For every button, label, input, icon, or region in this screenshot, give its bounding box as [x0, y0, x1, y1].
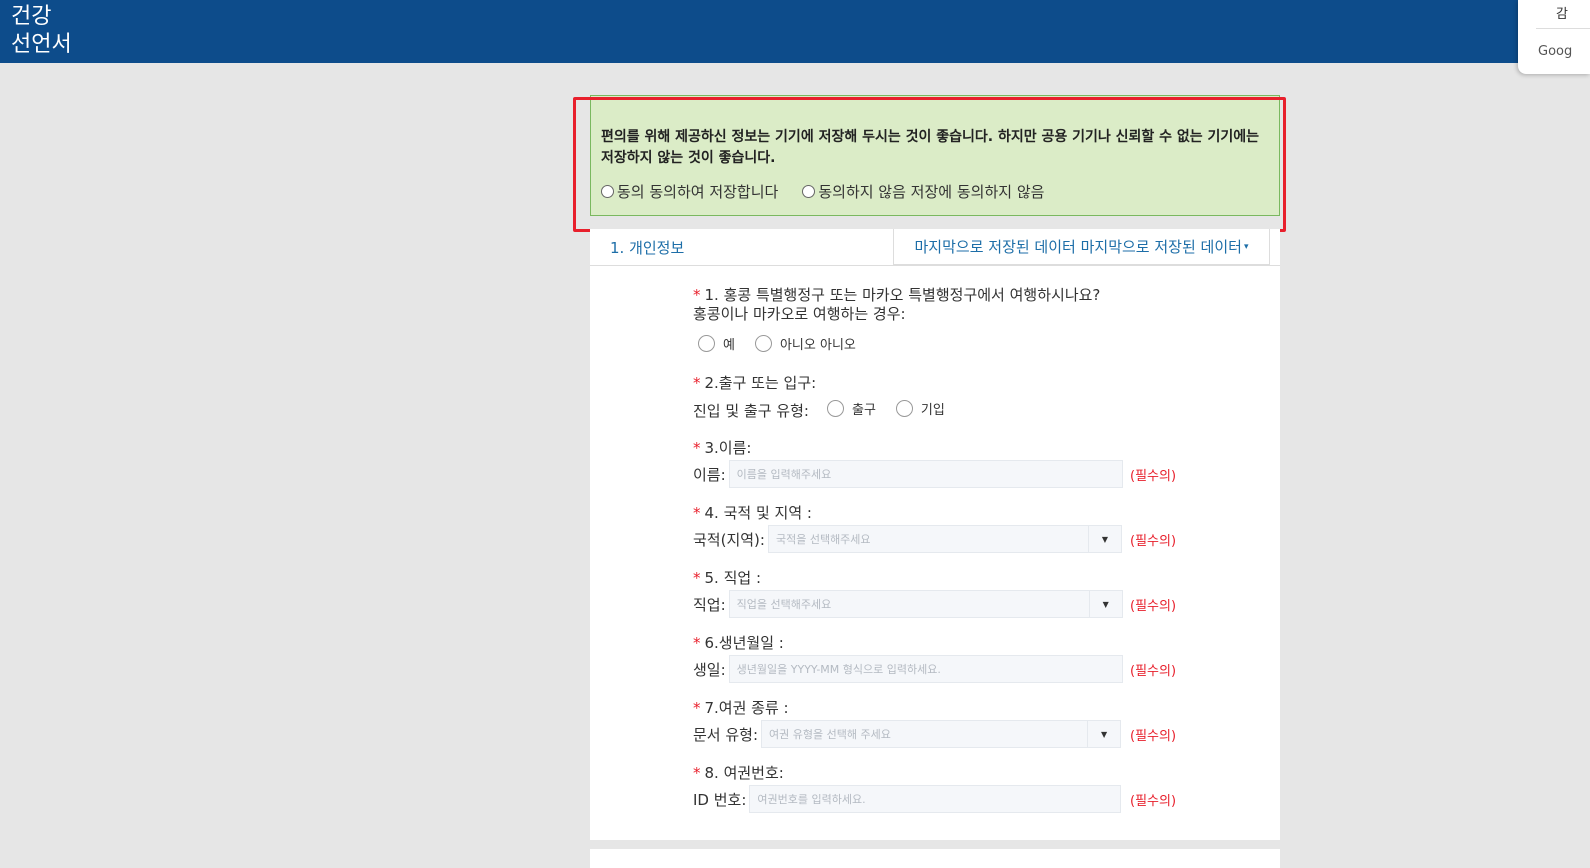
dropdown-toggle-button[interactable]: ▼ [1088, 591, 1122, 617]
id-number-label: ID 번호: [693, 790, 747, 809]
name-label: 이름: [693, 465, 726, 484]
nationality-placeholder: 국적을 선택해주세요 [775, 533, 871, 546]
required-asterisk: * [693, 764, 701, 782]
dropdown-toggle-button[interactable]: ▼ [1087, 721, 1120, 747]
last-saved-data-label: 마지막으로 저장된 데이터 마지막으로 저장된 데이터 [914, 238, 1242, 256]
birthdate-label: 생일: [693, 660, 726, 679]
q7-title: * 7.여권 종류 : [693, 697, 789, 718]
google-popup-divider [1536, 28, 1590, 29]
q1-subtitle: 홍콩이나 마카오로 여행하는 경우: [693, 305, 906, 323]
q1-option-no[interactable]: 아니오 아니오 [754, 334, 856, 353]
consent-agree-radio[interactable] [601, 185, 614, 198]
q2-exit-label: 출구 [852, 403, 876, 418]
google-popup-link[interactable]: Goog [1538, 44, 1572, 59]
next-section-card [590, 849, 1280, 868]
q8-field-row: ID 번호: 여권번호를 입력하세요. [693, 785, 1122, 813]
q6-field-row: 생일: 생년월일을 YYYY-MM 형식으로 입력하세요. [693, 655, 1123, 683]
q2-subtitle: 진입 및 출구 유형: [693, 402, 809, 420]
required-asterisk: * [693, 504, 701, 522]
q8-title: * 8. 여권번호: [693, 762, 784, 783]
q2-exit-radio[interactable] [827, 400, 844, 417]
required-asterisk: * [693, 439, 701, 457]
required-asterisk: * [693, 699, 701, 717]
consent-agree-label: 동의 동의하여 저장합니다 [617, 183, 779, 201]
q1-option-yes[interactable]: 예 [698, 334, 735, 353]
q8-title-text: 8. 여권번호: [704, 764, 784, 782]
q2-title: * 2.출구 또는 입구: [693, 372, 816, 393]
q2-title-text: 2.출구 또는 입구: [704, 374, 817, 392]
occupation-select[interactable]: 직업을 선택해주세요 ▼ [728, 590, 1123, 618]
required-note: (필수의) [1130, 729, 1177, 744]
caret-down-icon: ▼ [1101, 534, 1109, 544]
consent-agree-option[interactable]: 동의 동의하여 저장합니다 [601, 181, 778, 202]
required-asterisk: * [693, 374, 701, 392]
nationality-select[interactable]: 국적을 선택해주세요 ▼ [767, 525, 1122, 553]
q3-title: * 3.이름: [693, 437, 751, 458]
q1-title-text: 1. 홍콩 특별행정구 또는 마카오 특별행정구에서 여행하시나요? [704, 286, 1101, 304]
q2-entry-radio[interactable] [895, 400, 913, 417]
passport-type-select[interactable]: 여권 유형을 선택해 주세요 ▼ [761, 720, 1122, 748]
consent-disagree-radio[interactable] [802, 185, 816, 198]
birthdate-input[interactable]: 생년월일을 YYYY-MM 형식으로 입력하세요. [728, 655, 1123, 683]
q4-field-row: 국적(지역): 국적을 선택해주세요 ▼ [693, 525, 1122, 553]
q5-field-row: 직업: 직업을 선택해주세요 ▼ [693, 590, 1123, 618]
required-note: (필수의) [1130, 469, 1177, 484]
q2-radio-group: 출구 기입 [827, 399, 965, 418]
q4-title-text: 4. 국적 및 지역 : [704, 504, 812, 522]
required-asterisk: * [693, 634, 701, 652]
save-consent-message: 편의를 위해 제공하신 정보는 기기에 저장해 두시는 것이 좋습니다. 하지만… [601, 129, 1260, 166]
required-note: (필수의) [1130, 599, 1177, 614]
save-consent-options: 동의 동의하여 저장합니다 동의하지 않음 저장에 동의하지 않음 [601, 181, 1068, 202]
nationality-label: 국적(지역): [693, 530, 765, 549]
q7-field-row: 문서 유형: 여권 유형을 선택해 주세요 ▼ [693, 720, 1122, 748]
q5-title-text: 5. 직업 : [704, 569, 762, 587]
required-asterisk: * [693, 286, 701, 304]
q1-yes-label: 예 [723, 338, 735, 353]
site-title-line1: 건강 [11, 4, 52, 29]
passport-number-input[interactable]: 여권번호를 입력하세요. [749, 785, 1122, 813]
name-input[interactable]: 이름을 입력해주세요 [728, 460, 1123, 488]
q6-title-text: 6.생년월일 : [704, 634, 784, 652]
dropdown-toggle-button[interactable]: ▼ [1087, 526, 1121, 552]
required-note: (필수의) [1130, 534, 1177, 549]
required-note: (필수의) [1130, 794, 1177, 809]
q1-title: * 1. 홍콩 특별행정구 또는 마카오 특별행정구에서 여행하시나요? [693, 284, 1100, 305]
site-title-line2: 선언서 [11, 32, 72, 57]
tab-personal-info[interactable]: 1. 개인정보 [610, 237, 684, 258]
occupation-label: 직업: [693, 595, 726, 614]
google-popup-text: 감 [1556, 7, 1568, 22]
q6-title: * 6.생년월일 : [693, 632, 784, 653]
google-translate-popup[interactable]: 감 Goog [1518, 0, 1590, 74]
last-saved-data-dropdown[interactable]: 마지막으로 저장된 데이터 마지막으로 저장된 데이터 ▾ [893, 229, 1270, 265]
tab-divider [590, 265, 1280, 266]
consent-disagree-option[interactable]: 동의하지 않음 저장에 동의하지 않음 [802, 181, 1044, 202]
q2-entry-label: 기입 [920, 403, 945, 418]
q7-title-text: 7.여권 종류 : [704, 699, 789, 717]
top-header-bar: 건강 선언서 [0, 0, 1590, 63]
q1-yes-radio[interactable] [698, 335, 715, 352]
required-asterisk: * [693, 569, 701, 587]
document-type-label: 문서 유형: [693, 725, 759, 744]
consent-disagree-label: 동의하지 않음 저장에 동의하지 않음 [818, 183, 1045, 201]
caret-down-icon: ▾ [1243, 241, 1249, 252]
passport-type-placeholder: 여권 유형을 선택해 주세요 [769, 728, 891, 741]
q1-radio-group: 예 아니오 아니오 [698, 334, 876, 353]
save-consent-panel: 편의를 위해 제공하신 정보는 기기에 저장해 두시는 것이 좋습니다. 하지만… [590, 95, 1280, 216]
caret-down-icon: ▼ [1100, 729, 1108, 739]
q3-title-text: 3.이름: [704, 439, 752, 457]
caret-down-icon: ▼ [1102, 599, 1109, 609]
q1-no-radio[interactable] [754, 335, 772, 352]
q2-option-entry[interactable]: 기입 [895, 399, 945, 418]
q3-field-row: 이름: 이름을 입력해주세요 [693, 460, 1123, 488]
q4-title: * 4. 국적 및 지역 : [693, 502, 812, 523]
required-note: (필수의) [1130, 664, 1177, 679]
occupation-placeholder: 직업을 선택해주세요 [736, 598, 832, 611]
site-title[interactable]: 건강 선언서 [11, 3, 72, 59]
q2-option-exit[interactable]: 출구 [827, 399, 876, 418]
q5-title: * 5. 직업 : [693, 567, 761, 588]
q1-no-label: 아니오 아니오 [779, 338, 856, 353]
